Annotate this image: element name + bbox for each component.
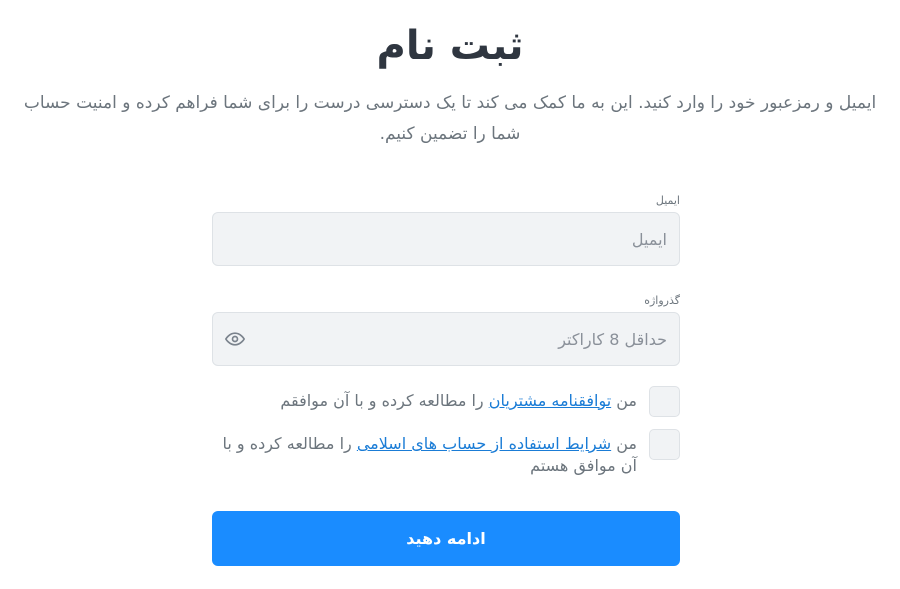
password-field[interactable] (212, 312, 680, 366)
islamic-terms-text: من شرایط استفاده از حساب های اسلامی را م… (217, 429, 637, 477)
terms-checkbox[interactable] (649, 386, 680, 417)
eye-icon[interactable] (224, 329, 246, 349)
islamic-terms-row: من شرایط استفاده از حساب های اسلامی را م… (212, 429, 680, 477)
email-label: ایمیل (655, 194, 680, 207)
page-subtitle: ایمیل و رمزعبور خود را وارد کنید. این به… (23, 93, 877, 144)
terms-prefix: من (611, 391, 637, 410)
islamic-terms-checkbox[interactable] (649, 429, 680, 460)
signup-page: ثبت نام ایمیل و رمزعبور خود را وارد کنید… (0, 0, 900, 589)
islamic-terms-prefix: من (611, 434, 637, 453)
signup-form: ایمیل گذرواژه من توافقنامه مشتریان را مط… (212, 190, 680, 566)
password-field-wrapper (212, 312, 680, 366)
terms-row: من توافقنامه مشتریان را مطالعه کرده و با… (212, 386, 680, 417)
page-title: ثبت نام (376, 23, 524, 69)
terms-text: من توافقنامه مشتریان را مطالعه کرده و با… (217, 386, 637, 412)
islamic-terms-link[interactable]: شرایط استفاده از حساب های اسلامی (357, 434, 611, 453)
terms-link[interactable]: توافقنامه مشتریان (489, 391, 611, 410)
password-label: گذرواژه (644, 294, 680, 307)
terms-suffix: را مطالعه کرده و با آن موافقم (280, 391, 489, 410)
continue-button[interactable]: ادامه دهید (212, 511, 680, 566)
email-field[interactable] (212, 212, 680, 266)
email-field-wrapper (212, 212, 680, 266)
